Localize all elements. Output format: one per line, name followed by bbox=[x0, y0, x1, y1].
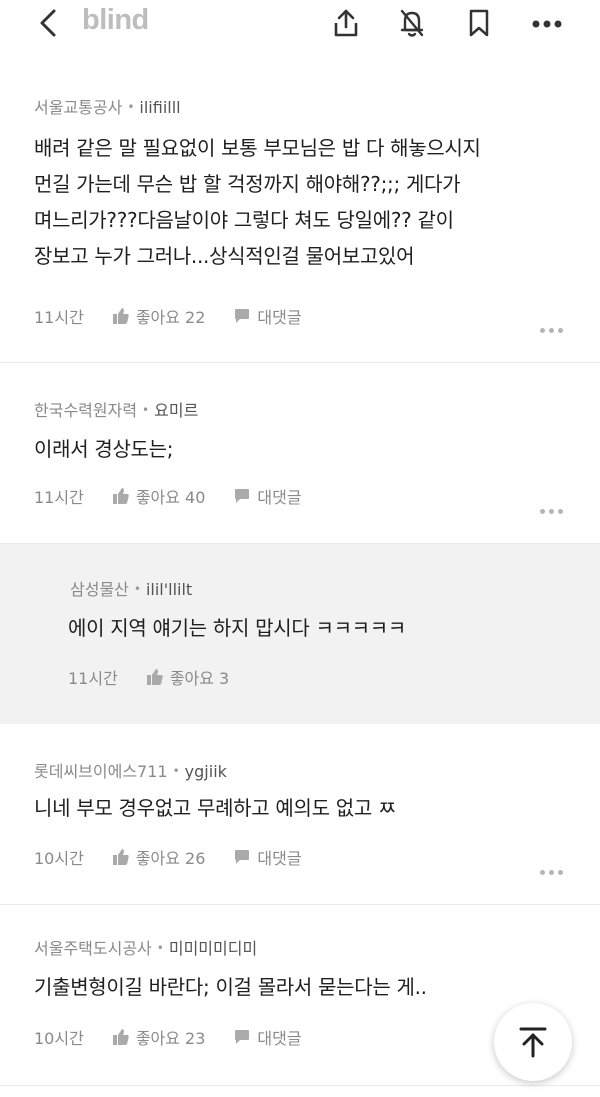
arrow-up-to-top-icon bbox=[519, 1027, 547, 1058]
reply-button[interactable]: 대댓글 bbox=[233, 1025, 302, 1049]
like-button[interactable]: 좋아요 26 bbox=[112, 845, 206, 869]
like-count: 좋아요 22 bbox=[135, 308, 206, 327]
comment-time: 10시간 bbox=[34, 849, 84, 868]
separator-dot: • bbox=[127, 100, 135, 114]
like-button[interactable]: 좋아요 22 bbox=[112, 304, 206, 328]
speech-bubble-icon bbox=[235, 309, 250, 323]
comment-body: 니네 부모 경우없고 무례하고 예의도 없고 ㅉ bbox=[34, 790, 396, 826]
notification-off-icon[interactable] bbox=[396, 6, 428, 40]
reply-button[interactable]: 대댓글 bbox=[233, 845, 302, 869]
comment-item: 서울교통공사 • ilifiilll 배려 같은 말 필요없이 보통 부모님은 밥 … bbox=[0, 78, 600, 363]
more-options-icon[interactable] bbox=[540, 499, 570, 514]
nickname: 요미르 bbox=[154, 401, 199, 420]
reply-label: 대댓글 bbox=[257, 1029, 302, 1048]
comment-line: 배려 같은 말 필요없이 보통 부모님은 밥 다 해놓으시지 bbox=[34, 136, 481, 160]
nickname: ygjiik bbox=[184, 762, 227, 781]
comment-actions: 11시간 좋아요 22 대댓글 bbox=[34, 304, 330, 328]
comment-line: 먼길 가는데 무슨 밥 할 걱정까지 해야해??;;; 게다가 bbox=[34, 172, 461, 196]
company-name: 서울교통공사 bbox=[34, 98, 123, 117]
comment-time: 11시간 bbox=[34, 488, 84, 507]
reply-button[interactable]: 대댓글 bbox=[233, 304, 302, 328]
more-icon[interactable] bbox=[528, 6, 568, 40]
comment-actions: 11시간 좋아요 40 대댓글 bbox=[34, 484, 330, 508]
more-options-icon[interactable] bbox=[540, 860, 570, 875]
speech-bubble-icon bbox=[235, 1030, 250, 1044]
comment-item: 롯데씨브이에스711 • ygjiik 니네 부모 경우없고 무례하고 예의도 없고… bbox=[0, 724, 600, 905]
nickname: ilifiilll bbox=[139, 98, 181, 117]
comment-actions: 10시간 좋아요 23 대댓글 bbox=[34, 1025, 330, 1049]
like-count: 좋아요 3 bbox=[169, 669, 230, 688]
thumbs-up-icon bbox=[112, 1029, 129, 1045]
bookmark-icon[interactable] bbox=[463, 6, 495, 40]
comment-time: 11시간 bbox=[34, 308, 84, 327]
scroll-to-top-button[interactable] bbox=[494, 1003, 572, 1081]
comment-time: 10시간 bbox=[34, 1029, 84, 1048]
company-name: 롯데씨브이에스711 bbox=[34, 762, 168, 781]
thumbs-up-icon bbox=[112, 849, 129, 865]
comment-body: 기출변형이길 바란다; 이걸 몰라서 묻는다는 게.. bbox=[34, 969, 427, 1005]
like-count: 좋아요 40 bbox=[135, 488, 206, 507]
comment-actions: 11시간 좋아요 3 bbox=[68, 665, 257, 689]
comment-body: 배려 같은 말 필요없이 보통 부모님은 밥 다 해놓으시지 먼길 가는데 무슨… bbox=[34, 130, 481, 274]
comment-meta: 한국수력원자력 • 요미르 bbox=[34, 397, 198, 421]
comment-line: 니네 부모 경우없고 무례하고 예의도 없고 ㅉ bbox=[34, 796, 397, 820]
comment-line: 이래서 경상도는; bbox=[34, 437, 174, 461]
like-button[interactable]: 좋아요 3 bbox=[146, 665, 229, 689]
separator-dot: • bbox=[172, 764, 180, 778]
reply-label: 대댓글 bbox=[257, 488, 302, 507]
speech-bubble-icon bbox=[235, 850, 250, 864]
reply-label: 대댓글 bbox=[257, 308, 302, 327]
thumbs-up-icon bbox=[112, 488, 129, 504]
company-name: 한국수력원자력 bbox=[34, 401, 138, 420]
top-bar: blind bbox=[0, 0, 600, 46]
like-count: 좋아요 26 bbox=[135, 849, 206, 868]
comment-body: 이래서 경상도는; bbox=[34, 431, 174, 467]
share-icon[interactable] bbox=[330, 6, 362, 40]
nickname: ilil'llilt bbox=[145, 580, 193, 599]
comment-line: 장보고 누가 그러나...상식적인걸 물어보고있어 bbox=[34, 244, 415, 268]
more-options-icon[interactable] bbox=[540, 318, 570, 333]
nickname: 미미미미디미 bbox=[168, 939, 258, 958]
comment-line: 기출변형이길 바란다; 이걸 몰라서 묻는다는 게.. bbox=[34, 975, 427, 999]
comment-meta: 서울주택도시공사 • 미미미미디미 bbox=[34, 935, 257, 959]
thumbs-up-icon bbox=[146, 669, 163, 685]
company-name: 서울주택도시공사 bbox=[34, 939, 152, 958]
reply-button[interactable]: 대댓글 bbox=[233, 484, 302, 508]
company-name: 삼성물산 bbox=[70, 580, 129, 599]
separator-dot: • bbox=[133, 582, 141, 596]
reply-label: 대댓글 bbox=[257, 849, 302, 868]
comment-item: 한국수력원자력 • 요미르 이래서 경상도는; 11시간 좋아요 40 대댓글 bbox=[0, 363, 600, 544]
speech-bubble-icon bbox=[235, 489, 250, 503]
comment-actions: 10시간 좋아요 26 대댓글 bbox=[34, 845, 330, 869]
like-button[interactable]: 좋아요 23 bbox=[112, 1025, 206, 1049]
comment-body: 에이 지역 얘기는 하지 맙시다 ㅋㅋㅋㅋㅋ bbox=[68, 610, 406, 646]
comment-time: 11시간 bbox=[68, 669, 118, 688]
reply-item: 삼성물산 • ilil'llilt 에이 지역 얘기는 하지 맙시다 ㅋㅋㅋㅋㅋ 1… bbox=[0, 544, 600, 724]
separator-dot: • bbox=[142, 403, 150, 417]
comment-meta: 삼성물산 • ilil'llilt bbox=[70, 576, 192, 600]
comment-line: 며느리가???다음날이야 그렇다 쳐도 당일에?? 같이 bbox=[34, 208, 454, 232]
like-button[interactable]: 좋아요 40 bbox=[112, 484, 206, 508]
like-count: 좋아요 23 bbox=[135, 1029, 206, 1048]
separator-dot: • bbox=[156, 941, 164, 955]
comment-meta: 서울교통공사 • ilifiilll bbox=[34, 94, 181, 118]
thumbs-up-icon bbox=[112, 308, 129, 324]
comment-line: 에이 지역 얘기는 하지 맙시다 ㅋㅋㅋㅋㅋ bbox=[68, 616, 406, 640]
back-arrow-icon[interactable] bbox=[34, 6, 64, 40]
blind-logo: blind bbox=[82, 4, 149, 36]
comment-meta: 롯데씨브이에스711 • ygjiik bbox=[34, 758, 227, 782]
